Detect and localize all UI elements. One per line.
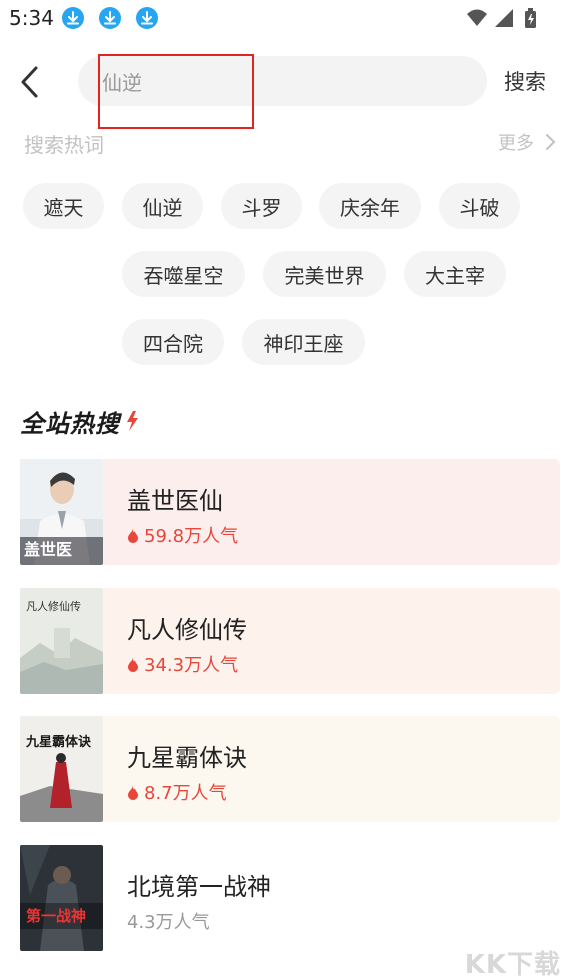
popularity: 4.3万人气 — [127, 908, 210, 934]
hot-tag[interactable]: 斗破 — [439, 183, 520, 229]
download-icon — [62, 7, 84, 29]
fire-icon — [128, 784, 138, 800]
hot-tag[interactable]: 仙逆 — [122, 183, 203, 229]
popularity: 59.8万人气 — [127, 522, 238, 548]
more-button[interactable]: 更多 — [498, 129, 534, 155]
ranking-item[interactable]: 第一战神 北境第一战神 4.3万人气 — [20, 845, 560, 951]
wifi-icon — [467, 9, 487, 26]
book-cover: 盖世医 — [20, 459, 103, 565]
book-title: 盖世医仙 — [127, 487, 223, 515]
ranking-item[interactable]: 九星霸体诀 九星霸体诀 8.7万人气 — [20, 716, 560, 822]
fire-icon — [128, 656, 138, 672]
hot-words-title: 搜索热词 — [24, 133, 104, 157]
status-time: 5:34 — [9, 6, 54, 30]
popularity: 8.7万人气 — [127, 779, 227, 805]
download-icon — [136, 7, 158, 29]
hot-tag[interactable]: 吞噬星空 — [122, 251, 245, 297]
ranking-item[interactable]: 凡人修仙传 凡人修仙传 34.3万人气 — [20, 588, 560, 694]
hot-tag[interactable]: 庆余年 — [319, 183, 421, 229]
ranking-item[interactable]: 盖世医 盖世医仙 59.8万人气 — [20, 459, 560, 565]
fire-icon — [128, 527, 138, 543]
popularity-text: 4.3万人气 — [127, 912, 210, 933]
svg-text:九星霸体诀: 九星霸体诀 — [25, 734, 92, 750]
ranking-title: 全站热搜 — [20, 410, 120, 438]
search-box[interactable] — [78, 56, 487, 106]
hot-tag[interactable]: 遮天 — [23, 183, 104, 229]
book-title: 北境第一战神 — [127, 873, 271, 901]
popularity-text: 34.3万人气 — [144, 655, 239, 676]
status-bar: 5:34 — [0, 0, 563, 38]
search-input[interactable] — [102, 66, 462, 96]
back-button[interactable] — [14, 64, 46, 100]
hot-tag[interactable]: 神印王座 — [242, 319, 365, 365]
flame-mark-icon — [127, 411, 138, 431]
hot-tag[interactable]: 四合院 — [122, 319, 224, 365]
popularity: 34.3万人气 — [127, 651, 238, 677]
status-icons — [465, 6, 547, 30]
svg-text:盖世医: 盖世医 — [24, 540, 72, 559]
svg-text:第一战神: 第一战神 — [26, 907, 86, 925]
chevron-right-icon — [546, 134, 556, 150]
download-icon — [99, 7, 121, 29]
signal-icon — [495, 9, 513, 27]
battery-icon — [525, 8, 536, 28]
popularity-text: 8.7万人气 — [144, 783, 227, 804]
hot-tag[interactable]: 大主宰 — [404, 251, 506, 297]
search-button[interactable]: 搜索 — [504, 66, 546, 96]
book-cover: 第一战神 — [20, 845, 103, 951]
chevron-left-icon — [21, 66, 38, 98]
svg-text:凡人修仙传: 凡人修仙传 — [26, 599, 81, 613]
watermark-logo: KK下载 — [464, 950, 561, 976]
book-cover: 九星霸体诀 — [20, 716, 103, 822]
book-title: 九星霸体诀 — [127, 744, 247, 772]
book-cover: 凡人修仙传 — [20, 588, 103, 694]
hot-tag[interactable]: 完美世界 — [263, 251, 386, 297]
hot-tag[interactable]: 斗罗 — [221, 183, 302, 229]
popularity-text: 59.8万人气 — [144, 526, 239, 547]
book-title: 凡人修仙传 — [127, 616, 247, 644]
